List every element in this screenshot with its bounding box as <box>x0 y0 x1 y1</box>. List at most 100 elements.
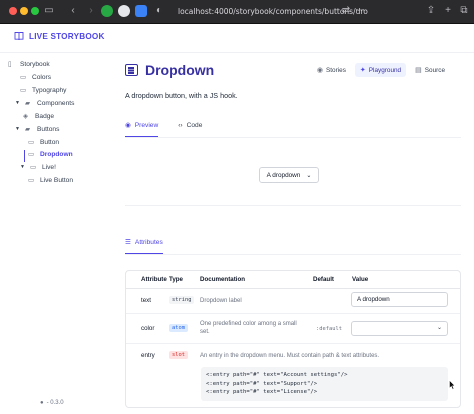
mouse-cursor-icon <box>449 380 455 390</box>
code-icon: ‹› <box>178 122 183 129</box>
tab-stories[interactable]: ◉ Stories <box>312 63 351 77</box>
sidebar-item-dropdown[interactable]: ▭ Dropdown <box>28 150 73 159</box>
sidebar-item-label: Button <box>40 138 60 146</box>
sidebar-item-label: Colors <box>32 73 52 81</box>
version-label: - 0.3.0 <box>46 400 64 406</box>
close-window-button[interactable] <box>9 7 17 15</box>
more-icon[interactable]: ⋯ <box>353 4 367 18</box>
sidebar-item-label: Live! <box>42 163 56 171</box>
caret-down-icon: ▼ <box>15 126 20 132</box>
document-icon: ▭ <box>20 74 27 81</box>
forward-icon[interactable]: › <box>84 4 98 18</box>
tab-source[interactable]: ▤ Source <box>410 63 450 77</box>
sidebar-item-typography[interactable]: ▭ Typography <box>20 86 67 95</box>
column-header-type: Type <box>169 276 183 283</box>
chevron-down-icon: ⌄ <box>306 172 312 179</box>
color-select[interactable]: ⌄ <box>351 321 448 336</box>
active-indicator <box>24 150 25 162</box>
folder-icon: ▭ <box>30 164 37 171</box>
eye-icon: ◉ <box>316 67 324 74</box>
folder-icon: ▰ <box>25 100 31 107</box>
dropdown-preview-button[interactable]: A dropdown ⌄ <box>259 167 319 183</box>
component-icon: ▭ <box>28 139 35 146</box>
translate-icon[interactable]: ⇄ <box>339 4 353 18</box>
back-icon[interactable]: ‹ <box>66 4 80 18</box>
view-tabs: ◉ Stories ✦ Playground ▤ Source <box>312 63 450 77</box>
column-header-documentation: Documentation <box>200 276 246 283</box>
sidebar: ▯ Storybook ▭ Colors ▭ Typography ▼ ▰ Co… <box>0 53 110 414</box>
attribute-doc: An entry in the dropdown menu. Must cont… <box>200 353 380 359</box>
default-value: :default <box>316 326 342 332</box>
sidebar-item-button[interactable]: ▭ Button <box>28 138 60 147</box>
row-divider <box>126 343 460 344</box>
book-icon <box>14 32 24 41</box>
sidebar-item-live[interactable]: ▼ ▭ Live! <box>20 163 56 172</box>
tab-label: Source <box>424 66 445 74</box>
tab-attributes[interactable]: ☰ Attributes <box>125 238 163 254</box>
attribute-name: entry <box>141 352 155 359</box>
sidebar-item-buttons[interactable]: ▼ ▰ Buttons <box>15 125 60 134</box>
tabs-overview-icon[interactable]: ⧉ <box>457 4 471 18</box>
share-icon[interactable]: ⇪ <box>424 4 438 18</box>
component-icon: ▭ <box>28 177 35 184</box>
privacy-icon[interactable]: ◐ <box>152 4 166 18</box>
sidebar-item-storybook[interactable]: ▯ Storybook <box>8 60 50 69</box>
column-header-attribute: Attribute <box>141 276 167 283</box>
sidebar-item-label: Storybook <box>20 60 50 68</box>
sidebar-toggle-icon[interactable]: ▭ <box>42 4 56 18</box>
button-label: A dropdown <box>266 171 301 179</box>
tabs-divider <box>125 137 461 138</box>
brand-name: LIVE STORYBOOK <box>29 31 105 41</box>
attribute-doc: Dropdown label <box>200 298 242 304</box>
sidebar-item-label: Badge <box>35 112 55 120</box>
sidebar-item-components[interactable]: ▼ ▰ Components <box>15 99 74 108</box>
sidebar-item-label: Dropdown <box>40 150 73 158</box>
column-header-value: Value <box>352 276 369 283</box>
version-info[interactable]: ● - 0.3.0 <box>40 400 64 406</box>
type-badge: slot <box>169 351 188 359</box>
header-divider <box>126 288 460 289</box>
sidebar-item-colors[interactable]: ▭ Colors <box>20 73 52 82</box>
document-icon <box>125 64 138 76</box>
preview-tabs: ◉ Preview ‹› Code <box>125 121 202 137</box>
tab-playground[interactable]: ✦ Playground <box>354 63 407 77</box>
tab-label: Stories <box>326 66 346 74</box>
brand-link[interactable]: LIVE STORYBOOK <box>14 31 105 41</box>
extension-icon[interactable] <box>101 5 113 17</box>
type-badge: atom <box>169 324 188 332</box>
preview-divider <box>125 205 461 206</box>
sidebar-item-label: Live Button <box>40 176 73 184</box>
address-bar[interactable]: localhost:4000/storybook/components/butt… <box>168 4 368 20</box>
extension-icon[interactable] <box>118 5 130 17</box>
tab-label: Playground <box>368 66 402 74</box>
attribute-name: color <box>141 325 155 332</box>
new-tab-icon[interactable]: + <box>441 4 455 18</box>
shield-icon[interactable] <box>135 5 147 17</box>
attribute-doc: One predefined color among a small set. <box>200 320 310 336</box>
maximize-window-button[interactable] <box>31 7 39 15</box>
page-title-text: Dropdown <box>145 62 215 78</box>
sidebar-item-live-button[interactable]: ▭ Live Button <box>28 176 73 185</box>
sidebar-item-label: Typography <box>32 86 67 94</box>
tab-label: Preview <box>134 121 159 129</box>
file-icon: ▤ <box>415 67 422 74</box>
doc-line: One predefined color among a small <box>200 321 297 327</box>
chevron-down-icon: ⌄ <box>436 325 442 331</box>
slot-code-editor[interactable]: <:entry path="#" text="Account settings"… <box>201 367 448 401</box>
sidebar-item-label: Buttons <box>37 125 60 133</box>
folder-icon: ▰ <box>25 126 31 133</box>
minimize-window-button[interactable] <box>20 7 28 15</box>
text-value-input[interactable]: A dropdown <box>351 292 448 307</box>
sidebar-item-badge[interactable]: ◈ Badge <box>23 112 55 121</box>
tab-code[interactable]: ‹› Code <box>178 121 202 137</box>
list-icon: ☰ <box>125 239 131 246</box>
attribute-name: text <box>141 297 151 304</box>
book-icon: ▯ <box>8 61 12 68</box>
doc-line: set. <box>200 329 210 335</box>
tab-preview[interactable]: ◉ Preview <box>125 121 159 137</box>
browser-toolbar: ▭ ‹ › ◐ localhost:4000/storybook/compone… <box>0 0 474 24</box>
caret-down-icon: ▼ <box>15 100 20 106</box>
page-title: Dropdown <box>125 62 214 78</box>
caret-down-icon: ▼ <box>20 164 25 170</box>
attributes-table: Attribute Type Documentation Default Val… <box>125 270 461 408</box>
